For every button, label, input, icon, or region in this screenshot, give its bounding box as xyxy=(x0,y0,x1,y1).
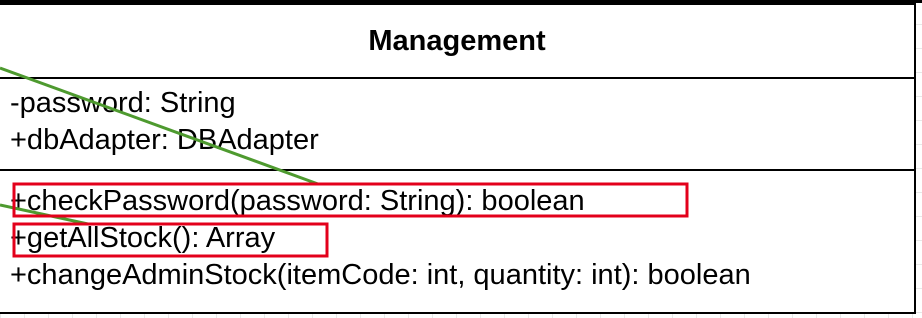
method-get-all-stock: +getAllStock(): Array xyxy=(10,222,276,254)
compartment-divider xyxy=(0,77,914,79)
method-check-password: +checkPassword(password: String): boolea… xyxy=(10,185,585,217)
diagram-canvas: Management -password: String +dbAdapter:… xyxy=(0,0,922,318)
attribute-password: -password: String xyxy=(10,87,236,119)
method-change-admin-stock: +changeAdminStock(itemCode: int, quantit… xyxy=(10,259,751,291)
uml-class-box[interactable]: Management -password: String +dbAdapter:… xyxy=(0,3,916,314)
attribute-dbadapter: +dbAdapter: DBAdapter xyxy=(10,124,319,156)
compartment-divider xyxy=(0,169,914,171)
class-name: Management xyxy=(368,25,546,57)
